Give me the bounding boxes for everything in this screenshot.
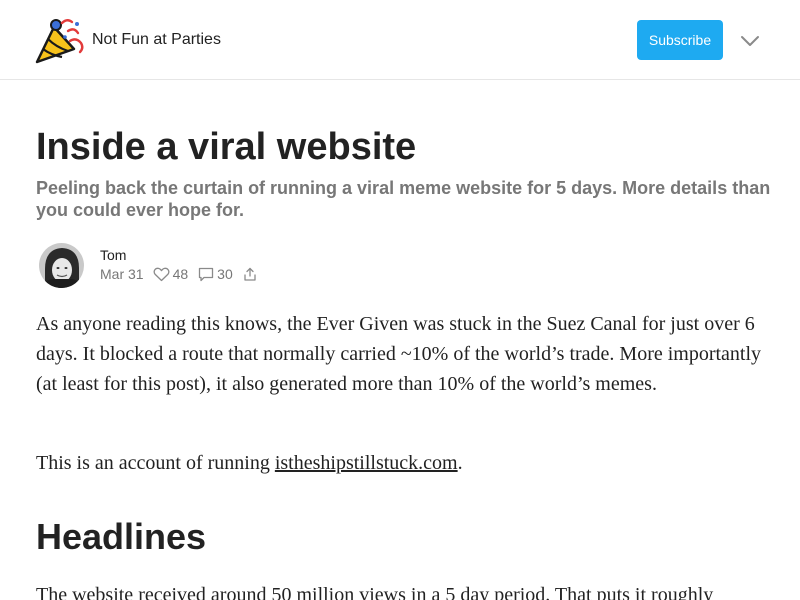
comment-count: 30 xyxy=(217,266,233,282)
post-meta: Mar 31 48 30 xyxy=(100,265,257,283)
section-heading: Headlines xyxy=(36,516,207,557)
post-subtitle: Peeling back the curtain of running a vi… xyxy=(36,178,771,220)
party-hat-icon[interactable] xyxy=(34,15,86,67)
like-count: 48 xyxy=(172,266,189,282)
body-paragraph: As anyone reading this knows, the Ever G… xyxy=(36,313,762,395)
post-date: Mar 31 xyxy=(100,266,144,282)
subscribe-button[interactable]: Subscribe xyxy=(637,20,723,60)
comment-icon xyxy=(198,267,217,282)
chevron-down-icon[interactable] xyxy=(738,33,762,49)
paragraph-text: This is an account of running xyxy=(36,452,275,474)
paragraph-text: . xyxy=(457,452,463,474)
publication-name[interactable]: Not Fun at Parties xyxy=(92,31,221,49)
share-icon[interactable] xyxy=(243,267,257,282)
author-name[interactable]: Tom xyxy=(100,247,126,263)
website-link[interactable]: istheshipstillstuck.com xyxy=(275,452,458,474)
avatar[interactable] xyxy=(39,243,84,288)
comments-button[interactable]: 30 xyxy=(198,266,233,282)
like-button[interactable]: 48 xyxy=(153,266,189,282)
heart-icon xyxy=(153,267,173,282)
body-paragraph: This is an account of running istheships… xyxy=(36,448,764,478)
post-title: Inside a viral website xyxy=(36,126,417,168)
body-paragraph: The website received around 50 million v… xyxy=(36,584,714,600)
site-header: Not Fun at Parties Subscribe xyxy=(0,0,800,80)
